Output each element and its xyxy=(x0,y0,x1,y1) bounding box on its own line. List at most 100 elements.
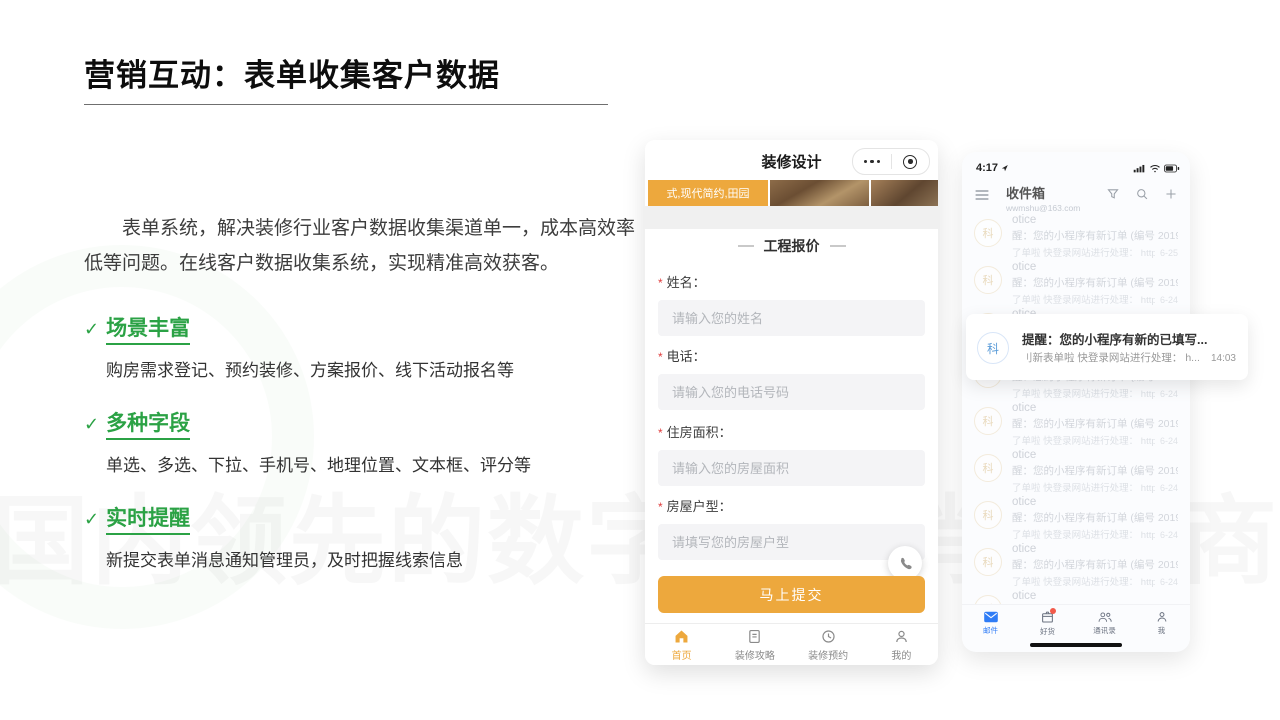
mail-list-item[interactable]: 科 otice 醒：您的小程序有新订单 (编号 2019... 了单啦 快登录网… xyxy=(962,496,1190,543)
required-mark: * xyxy=(658,350,663,364)
mail-list-item[interactable]: 科 otice 醒：您的小程序有新订单 (编号 2019... 了单啦 快登录网… xyxy=(962,214,1190,261)
form-section-title: 工程报价 xyxy=(764,236,820,256)
feature-description: 购房需求登记、预约装修、方案报价、线下活动报名等 xyxy=(106,356,514,381)
mail-list-item[interactable]: 科 otice 醒：您的小程序有新订单 (编号 2019... 了单啦 快登录网… xyxy=(962,449,1190,496)
form-field-layout: *房屋户型： xyxy=(658,496,925,560)
mail-list: 科 otice 醒：您的小程序有新订单 (编号 2019... 了单啦 快登录网… xyxy=(962,214,1190,604)
submit-button[interactable]: 马上提交 xyxy=(658,576,925,613)
sender-avatar: 科 xyxy=(974,501,1002,529)
mail-list-item[interactable]: 科 otice 醒：您的小程序有新订单 (编号 2019... 了单啦 快登录网… xyxy=(962,402,1190,449)
dash-decoration xyxy=(738,245,754,247)
room-photo[interactable] xyxy=(770,180,869,206)
mail-preview-line1: 醒：您的小程序有新订单 (编号 2019... xyxy=(1012,510,1178,525)
sender-avatar: 科 xyxy=(974,548,1002,576)
close-target-icon[interactable] xyxy=(892,155,930,169)
battery-icon xyxy=(1164,164,1180,173)
inbox-header: 收件箱 wwmshu@163.com xyxy=(962,182,1190,214)
mail-preview-line2: 了单啦 快登录网站进行处理： http://l.... xyxy=(1012,527,1155,541)
popup-time: 14:03 xyxy=(1211,353,1236,364)
tab-mail[interactable]: 邮件 xyxy=(962,605,1019,641)
popup-preview: 刂新表单啦 快登录网站进行处理： h... xyxy=(1022,350,1205,365)
sender-avatar: 科 xyxy=(977,332,1009,364)
room-photo[interactable] xyxy=(871,180,938,206)
miniprogram-mockup: 装修设计 式,现代简约,田园 工程报价 *姓名： *电话： xyxy=(645,140,938,665)
mail-preview-line1: 醒：您的小程序有新订单 (编号 2019... xyxy=(1012,228,1178,243)
mail-subject: otice xyxy=(1012,496,1178,508)
mail-list-item[interactable]: 科 otice 醒：您的小程序有新订单 (编号 2019... 了单啦 快登录网… xyxy=(962,543,1190,590)
status-icons xyxy=(1133,164,1180,173)
feature-fields: ✓ 多种字段 单选、多选、下拉、手机号、地理位置、文本框、评分等 xyxy=(84,407,531,476)
intro-paragraph: 表单系统，解决装修行业客户数据收集渠道单一，成本高效率低等问题。在线客户数据收集… xyxy=(84,211,644,281)
tab-guide[interactable]: 装修攻略 xyxy=(718,624,791,665)
mail-subject: otice xyxy=(1012,590,1178,602)
inbox-title-block[interactable]: 收件箱 wwmshu@163.com xyxy=(1006,183,1080,213)
mail-date: 6-24 xyxy=(1160,483,1178,493)
form-field-area: *住房面积： xyxy=(658,422,925,486)
form-section-header: 工程报价 xyxy=(645,236,938,256)
check-icon: ✓ xyxy=(84,414,99,435)
style-tag[interactable]: 式,现代简约,田园 xyxy=(648,180,768,206)
mail-subject: otice xyxy=(1012,261,1178,273)
clock-icon xyxy=(820,628,837,645)
mail-subject: otice xyxy=(1012,543,1178,555)
field-label: *房屋户型： xyxy=(658,496,925,515)
mail-date: 6-24 xyxy=(1160,436,1178,446)
home-icon xyxy=(673,628,690,645)
feature-heading: 实时提醒 xyxy=(106,502,190,535)
field-label: *电话： xyxy=(658,346,925,365)
required-mark: * xyxy=(658,500,663,514)
required-mark: * xyxy=(658,276,663,290)
menu-hamburger-icon[interactable] xyxy=(974,188,990,202)
name-input[interactable] xyxy=(658,300,925,336)
filter-icon[interactable] xyxy=(1106,187,1120,201)
tab-contacts[interactable]: 通讯录 xyxy=(1076,605,1133,641)
feature-description: 新提交表单消息通知管理员，及时把握线索信息 xyxy=(106,546,463,571)
mail-list-item[interactable]: 科 otice 醒：您的小程序有新订单 (编号 2019... 了单啦 快登录网… xyxy=(962,261,1190,308)
form-field-phone: *电话： xyxy=(658,346,925,410)
location-arrow-icon xyxy=(1001,164,1009,172)
phone-input[interactable] xyxy=(658,374,925,410)
phone-icon xyxy=(897,555,914,572)
new-form-notification-popup[interactable]: 科 提醒：您的小程序有新的已填写... 刂新表单啦 快登录网站进行处理： h..… xyxy=(966,314,1248,380)
feature-description: 单选、多选、下拉、手机号、地理位置、文本框、评分等 xyxy=(106,451,531,476)
sender-avatar: 科 xyxy=(974,266,1002,294)
mail-preview-line1: 醒：您的小程序有新订单 (编号 2019... xyxy=(1012,416,1178,431)
mail-subject: otice xyxy=(1012,449,1178,461)
tab-me[interactable]: 我 xyxy=(1133,605,1190,641)
miniprogram-tabbar: 首页 装修攻略 装修预约 我的 xyxy=(645,623,938,665)
more-menu-icon[interactable] xyxy=(853,160,891,164)
tab-home[interactable]: 首页 xyxy=(645,624,718,665)
slide: 国内领先的数字化营销服务商 营销互动：表单收集客户数据 表单系统，解决装修行业客… xyxy=(0,0,1280,720)
mail-date: 6-24 xyxy=(1160,577,1178,587)
popup-title: 提醒：您的小程序有新的已填写... xyxy=(1022,329,1236,348)
wifi-icon xyxy=(1149,164,1161,173)
home-indicator[interactable] xyxy=(1030,643,1122,647)
miniprogram-capsule xyxy=(852,148,930,175)
mail-list-item[interactable]: 科 otice 醒：您的小程序有新订单 (编号 2019... 了单啦 快登录网… xyxy=(962,590,1190,604)
tab-mine[interactable]: 我的 xyxy=(865,624,938,665)
feature-reminder: ✓ 实时提醒 新提交表单消息通知管理员，及时把握线索信息 xyxy=(84,502,463,571)
search-icon[interactable] xyxy=(1135,187,1149,201)
page-title: 营销互动：表单收集客户数据 xyxy=(84,50,500,95)
title-divider xyxy=(84,104,608,105)
sender-avatar: 科 xyxy=(974,454,1002,482)
inbox-actions xyxy=(1106,187,1178,201)
notification-badge xyxy=(1050,608,1056,614)
field-label: *姓名： xyxy=(658,272,925,291)
person-icon xyxy=(893,628,910,645)
required-mark: * xyxy=(658,426,663,440)
call-fab-button[interactable] xyxy=(888,546,922,580)
plus-icon[interactable] xyxy=(1164,187,1178,201)
sender-avatar: 科 xyxy=(974,219,1002,247)
field-label: *住房面积： xyxy=(658,422,925,441)
layout-input[interactable] xyxy=(658,524,925,560)
signal-icon xyxy=(1133,164,1146,173)
check-icon: ✓ xyxy=(84,509,99,530)
section-spacer xyxy=(645,206,938,229)
tab-booking[interactable]: 装修预约 xyxy=(792,624,865,665)
sender-avatar: 科 xyxy=(974,407,1002,435)
contacts-icon xyxy=(1097,610,1113,624)
mail-date: 6-25 xyxy=(1160,248,1178,258)
tab-goods[interactable]: 好货 xyxy=(1019,605,1076,641)
area-input[interactable] xyxy=(658,450,925,486)
